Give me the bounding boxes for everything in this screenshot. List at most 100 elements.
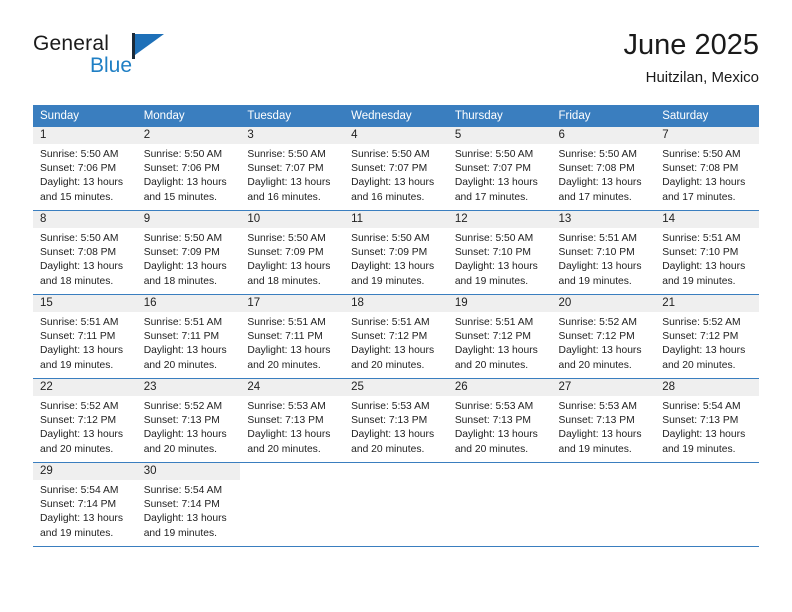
day-detail-sunset: Sunset: 7:13 PM [662, 415, 739, 427]
calendar-body: 1 Sunrise: 5:50 AM Sunset: 7:06 PM Daylight… [33, 127, 759, 547]
day-detail-sunset: Sunset: 7:08 PM [558, 163, 635, 175]
calendar-day-cell[interactable]: 20 Sunrise: 5:52 AM Sunset: 7:12 PM Dayligh… [551, 294, 656, 379]
day-cell-inner: 12 Sunrise: 5:50 AM Sunset: 7:10 PM Dayligh… [447, 211, 552, 294]
day-cell-inner: 3 Sunrise: 5:50 AM Sunset: 7:07 PM Daylight… [240, 127, 345, 210]
day-cell-inner: 10 Sunrise: 5:50 AM Sunset: 7:09 PM Dayligh… [240, 211, 345, 294]
calendar-day-cell [551, 462, 656, 547]
day-detail-daylight1: Daylight: 13 hours [40, 345, 123, 357]
day-detail-daylight1: Daylight: 13 hours [247, 429, 331, 441]
calendar-day-cell[interactable]: 17 Sunrise: 5:51 AM Sunset: 7:11 PM Dayligh… [240, 294, 345, 379]
calendar-day-cell[interactable]: 9 Sunrise: 5:50 AM Sunset: 7:09 PM Daylight… [136, 210, 241, 295]
day-cell-details: Sunrise: 5:51 AM Sunset: 7:11 PM Daylight:… [137, 312, 241, 373]
day-cell-details: Sunrise: 5:50 AM Sunset: 7:10 PM Daylight:… [448, 228, 552, 289]
day-cell-inner [448, 463, 552, 546]
calendar-day-cell[interactable]: 8 Sunrise: 5:50 AM Sunset: 7:08 PM Daylight… [33, 210, 137, 295]
day-detail-sunset: Sunset: 7:12 PM [558, 331, 635, 343]
calendar-page: General Blue June 2025 Huitzilan, Mexico… [0, 0, 792, 612]
calendar-day-cell[interactable]: 25 Sunrise: 5:53 AM Sunset: 7:13 PM Dayligh… [344, 378, 448, 463]
day-detail-sunrise: Sunrise: 5:53 AM [247, 401, 326, 412]
day-detail-daylight2: and 17 minutes. [662, 191, 736, 203]
day-detail-sunrise: Sunrise: 5:50 AM [351, 233, 430, 244]
calendar-day-cell[interactable]: 22 Sunrise: 5:52 AM Sunset: 7:12 PM Dayligh… [33, 378, 137, 463]
calendar-day-cell[interactable]: 12 Sunrise: 5:50 AM Sunset: 7:10 PM Dayligh… [447, 210, 552, 295]
calendar-day-cell[interactable]: 28 Sunrise: 5:54 AM Sunset: 7:13 PM Dayligh… [655, 378, 759, 463]
day-detail-sunset: Sunset: 7:11 PM [247, 331, 323, 343]
calendar-day-cell [240, 462, 345, 547]
day-cell-details: Sunrise: 5:54 AM Sunset: 7:13 PM Daylight:… [655, 396, 759, 457]
day-cell-inner: 17 Sunrise: 5:51 AM Sunset: 7:11 PM Dayligh… [240, 295, 345, 378]
day-cell-inner: 21 Sunrise: 5:52 AM Sunset: 7:12 PM Dayligh… [655, 295, 759, 378]
day-detail-daylight2: and 18 minutes. [143, 275, 217, 287]
calendar-day-cell[interactable]: 10 Sunrise: 5:50 AM Sunset: 7:09 PM Dayligh… [240, 210, 345, 295]
calendar-day-cell[interactable]: 2 Sunrise: 5:50 AM Sunset: 7:06 PM Daylight… [136, 127, 241, 211]
brand-logo[interactable]: General Blue [33, 32, 164, 88]
calendar-day-cell[interactable]: 15 Sunrise: 5:51 AM Sunset: 7:11 PM Dayligh… [33, 294, 137, 379]
calendar-day-cell[interactable]: 29 Sunrise: 5:54 AM Sunset: 7:14 PM Dayligh… [33, 462, 137, 547]
day-detail-sunrise: Sunrise: 5:51 AM [143, 317, 223, 328]
calendar-day-cell[interactable]: 1 Sunrise: 5:50 AM Sunset: 7:06 PM Daylight… [33, 127, 137, 211]
calendar-day-cell[interactable]: 24 Sunrise: 5:53 AM Sunset: 7:13 PM Dayligh… [240, 378, 345, 463]
day-number: 20 [551, 295, 656, 312]
calendar-day-cell[interactable]: 19 Sunrise: 5:51 AM Sunset: 7:12 PM Dayligh… [447, 294, 552, 379]
day-cell-details: Sunrise: 5:52 AM Sunset: 7:12 PM Daylight:… [33, 396, 137, 457]
day-cell-inner: 4 Sunrise: 5:50 AM Sunset: 7:07 PM Daylight… [344, 127, 448, 210]
day-cell-inner: 25 Sunrise: 5:53 AM Sunset: 7:13 PM Dayligh… [344, 379, 448, 462]
day-detail-daylight1: Daylight: 13 hours [662, 177, 746, 189]
calendar-day-cell[interactable]: 4 Sunrise: 5:50 AM Sunset: 7:07 PM Daylight… [344, 127, 448, 211]
day-detail-sunrise: Sunrise: 5:50 AM [247, 233, 326, 244]
day-number: 21 [655, 295, 759, 312]
calendar-table: Sunday Monday Tuesday Wednesday Thursday… [33, 105, 759, 547]
day-detail-daylight2: and 20 minutes. [247, 443, 321, 455]
day-detail-daylight1: Daylight: 13 hours [143, 177, 227, 189]
day-detail-daylight2: and 20 minutes. [351, 359, 425, 371]
calendar-week-row: 8 Sunrise: 5:50 AM Sunset: 7:08 PM Daylight… [33, 210, 759, 295]
calendar-day-cell[interactable]: 23 Sunrise: 5:52 AM Sunset: 7:13 PM Dayligh… [136, 378, 241, 463]
calendar-day-cell[interactable]: 26 Sunrise: 5:53 AM Sunset: 7:13 PM Dayligh… [447, 378, 552, 463]
day-cell-inner: 18 Sunrise: 5:51 AM Sunset: 7:12 PM Dayligh… [344, 295, 448, 378]
calendar-day-cell[interactable]: 5 Sunrise: 5:50 AM Sunset: 7:07 PM Daylight… [447, 127, 552, 211]
day-detail-sunset: Sunset: 7:08 PM [662, 163, 739, 175]
day-detail-sunrise: Sunrise: 5:52 AM [40, 401, 119, 412]
calendar-day-cell[interactable]: 11 Sunrise: 5:50 AM Sunset: 7:09 PM Dayligh… [344, 210, 448, 295]
day-cell-inner: 19 Sunrise: 5:51 AM Sunset: 7:12 PM Dayligh… [447, 295, 552, 378]
page-title: June 2025 [623, 29, 759, 61]
day-detail-daylight2: and 17 minutes. [558, 191, 632, 203]
day-cell-details: Sunrise: 5:51 AM Sunset: 7:12 PM Daylight:… [344, 312, 448, 373]
day-cell-inner: 28 Sunrise: 5:54 AM Sunset: 7:13 PM Dayligh… [655, 379, 759, 462]
day-cell-inner: 9 Sunrise: 5:50 AM Sunset: 7:09 PM Daylight… [136, 211, 241, 294]
calendar-day-cell[interactable]: 7 Sunrise: 5:50 AM Sunset: 7:08 PM Daylight… [655, 127, 759, 211]
day-detail-daylight1: Daylight: 13 hours [247, 345, 331, 357]
day-cell-details [448, 480, 552, 484]
brand-name-general: General [33, 32, 110, 55]
day-detail-sunrise: Sunrise: 5:50 AM [351, 149, 430, 160]
day-detail-daylight1: Daylight: 13 hours [351, 177, 435, 189]
calendar-day-cell[interactable]: 27 Sunrise: 5:53 AM Sunset: 7:13 PM Dayligh… [551, 378, 656, 463]
day-detail-sunset: Sunset: 7:10 PM [662, 247, 739, 259]
calendar-day-cell[interactable]: 16 Sunrise: 5:51 AM Sunset: 7:11 PM Dayligh… [136, 294, 241, 379]
day-detail-daylight2: and 19 minutes. [662, 275, 736, 287]
calendar-day-cell[interactable]: 30 Sunrise: 5:54 AM Sunset: 7:14 PM Dayligh… [136, 462, 241, 547]
day-detail-sunrise: Sunrise: 5:51 AM [558, 233, 637, 244]
calendar-day-cell[interactable]: 6 Sunrise: 5:50 AM Sunset: 7:08 PM Daylight… [551, 127, 656, 211]
calendar-day-cell[interactable]: 3 Sunrise: 5:50 AM Sunset: 7:07 PM Daylight… [240, 127, 345, 211]
day-number: 5 [447, 127, 552, 144]
day-number: 30 [136, 463, 241, 480]
calendar-day-cell[interactable]: 13 Sunrise: 5:51 AM Sunset: 7:10 PM Dayligh… [551, 210, 656, 295]
day-number: 26 [447, 379, 552, 396]
day-detail-daylight2: and 18 minutes. [40, 275, 114, 287]
day-number: 12 [447, 211, 552, 228]
day-detail-sunrise: Sunrise: 5:51 AM [351, 317, 430, 328]
calendar-day-cell[interactable]: 14 Sunrise: 5:51 AM Sunset: 7:10 PM Dayligh… [655, 210, 759, 295]
day-detail-sunrise: Sunrise: 5:52 AM [143, 401, 223, 412]
day-detail-sunrise: Sunrise: 5:53 AM [558, 401, 637, 412]
day-detail-sunset: Sunset: 7:07 PM [454, 163, 531, 175]
day-detail-daylight2: and 20 minutes. [40, 443, 114, 455]
day-cell-details [344, 480, 448, 484]
calendar-day-cell[interactable]: 21 Sunrise: 5:52 AM Sunset: 7:12 PM Dayligh… [655, 294, 759, 379]
day-detail-sunset: Sunset: 7:12 PM [454, 331, 531, 343]
calendar-day-cell[interactable]: 18 Sunrise: 5:51 AM Sunset: 7:12 PM Dayligh… [344, 294, 448, 379]
day-detail-sunset: Sunset: 7:11 PM [40, 331, 116, 343]
day-detail-daylight2: and 20 minutes. [143, 359, 217, 371]
day-detail-daylight2: and 16 minutes. [351, 191, 425, 203]
day-number: 25 [344, 379, 448, 396]
